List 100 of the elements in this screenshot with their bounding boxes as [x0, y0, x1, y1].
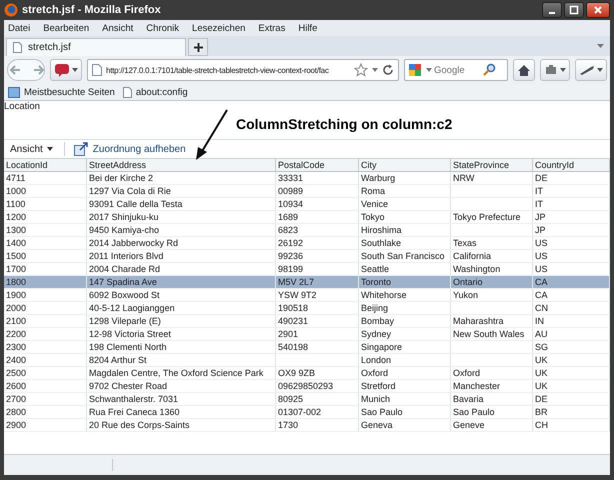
addon-button[interactable]	[50, 59, 82, 81]
table-row[interactable]: 2000 40-5-12 Laogianggen 190518 Beijing CN	[4, 302, 610, 315]
table-cell: 1730	[278, 420, 298, 430]
table-cell: 147 Spadina Ave	[89, 277, 157, 287]
column-header[interactable]: LocationId	[4, 159, 87, 171]
menu-item[interactable]: Extras	[258, 22, 286, 34]
home-button[interactable]	[513, 59, 535, 81]
table-cell: YSW 9T2	[278, 290, 317, 300]
table-row[interactable]: 2700 Schwanthalerstr. 7031 80925 Munich Bavaria DE	[4, 393, 610, 406]
table-cell: 2500	[6, 368, 26, 378]
table-row[interactable]: 1500 2011 Interiors Blvd 99236 South San Francisco California US	[4, 250, 610, 263]
table-cell: 1200	[6, 212, 26, 222]
table-row[interactable]: 2400 8204 Arthur St London UK	[4, 354, 610, 367]
table-row[interactable]: 4711 Bei der Kirche 2 33331 Warburg NRW DE	[4, 172, 610, 185]
star-icon[interactable]	[354, 63, 368, 77]
page-heading: Location	[4, 101, 41, 113]
close-button[interactable]	[586, 2, 610, 18]
table-cell: 20 Rue des Corps-Saints	[89, 420, 190, 430]
table-cell: 2014 Jabberwocky Rd	[89, 238, 178, 248]
addon-button[interactable]	[575, 59, 607, 81]
puzzle-icon	[544, 64, 558, 76]
column-header[interactable]: CountryId	[533, 159, 610, 171]
search-box[interactable]: Google	[404, 59, 508, 81]
caret-icon[interactable]	[597, 44, 604, 48]
table-cell: 1297 Via Cola di Rie	[89, 186, 171, 196]
table-cell: Hiroshima	[361, 225, 402, 235]
table-cell: Tokyo Prefecture	[453, 212, 521, 222]
bookmark-item[interactable]: about:config	[122, 86, 188, 98]
table-cell: 8204 Arthur St	[89, 355, 147, 365]
table-row[interactable]: 2500 Magdalen Centre, The Oxford Science Park OX9 9ZB Oxford Oxford UK	[4, 367, 610, 380]
table-cell: Bavaria	[453, 394, 484, 404]
column-header[interactable]: StateProvince	[451, 159, 533, 171]
caret-icon[interactable]	[372, 68, 378, 72]
table-row[interactable]: 1800 147 Spadina Ave M5V 2L7 Toronto Ontario CA	[4, 276, 610, 289]
table-cell: Geneve	[453, 420, 485, 430]
column-header[interactable]: StreetAddress	[87, 159, 276, 171]
table-cell: 9702 Chester Road	[89, 381, 168, 391]
reload-icon[interactable]	[382, 64, 394, 76]
caret-icon	[72, 68, 78, 72]
table-row[interactable]: 2200 12-98 Victoria Street 2901 Sydney New South Wales AU	[4, 328, 610, 341]
menu-item[interactable]: Datei	[8, 22, 30, 34]
table-row[interactable]: 2600 9702 Chester Road 09629850293 Stretford Manchester UK	[4, 380, 610, 393]
table-row[interactable]: 1900 6092 Boxwood St YSW 9T2 Whitehorse Yukon CA	[4, 289, 610, 302]
table-cell: 12-98 Victoria Street	[89, 329, 171, 339]
address-bar[interactable]: http://127.0.0.1:7101/table-stretch-tablestretch-view-context-root/fac	[87, 59, 399, 81]
detach-link[interactable]: Zuordnung aufheben	[92, 144, 186, 154]
annotation-arrow	[195, 109, 229, 161]
menu-item[interactable]: Ansicht	[102, 22, 134, 34]
table-row[interactable]: 2900 20 Rue des Corps-Saints 1730 Geneva Geneve CH	[4, 419, 610, 432]
table-cell: CA	[535, 277, 548, 287]
table-row[interactable]: 1400 2014 Jabberwocky Rd 26192 Southlake Texas US	[4, 237, 610, 250]
menu-item[interactable]: Hilfe	[298, 22, 318, 34]
table-cell: IT	[535, 199, 543, 209]
table-cell: IN	[535, 316, 544, 326]
table-cell: Sao Paulo	[361, 407, 403, 417]
table-cell: 490231	[278, 316, 308, 326]
table-cell: Seattle	[361, 264, 390, 274]
table-cell: 33331	[278, 173, 304, 183]
table-cell: NRW	[453, 173, 474, 183]
table-row[interactable]: 1300 9450 Kamiya-cho 6823 Hiroshima JP	[4, 224, 610, 237]
table-row[interactable]: 2100 1298 Vileparle (E) 490231 Bombay Maharashtra IN	[4, 315, 610, 328]
search-icon[interactable]	[482, 63, 496, 77]
table-cell: Bei der Kirche 2	[89, 173, 154, 183]
table-cell: Whitehorse	[361, 290, 407, 300]
caret-icon[interactable]	[426, 68, 432, 72]
window-title: stretch.jsf - Mozilla Firefox	[22, 4, 161, 16]
table-cell: BR	[535, 407, 548, 417]
close-icon	[593, 5, 603, 15]
maximize-icon	[569, 5, 579, 15]
table-cell: California	[453, 251, 492, 261]
table-cell: 1500	[6, 251, 26, 261]
menu-item[interactable]: Chronik	[146, 22, 180, 34]
detach-icon[interactable]	[74, 142, 88, 156]
maximize-button[interactable]	[564, 2, 584, 18]
new-tab-button[interactable]	[188, 38, 208, 56]
table-cell: Stretford	[361, 381, 396, 391]
table-cell: 6092 Boxwood St	[89, 290, 160, 300]
table-cell: 540198	[278, 342, 308, 352]
table-cell: 2004 Charade Rd	[89, 264, 160, 274]
browser-tab[interactable]: stretch.jsf	[6, 38, 186, 56]
table-cell: 80925	[278, 394, 304, 404]
table-cell: Oxford	[361, 368, 388, 378]
menu-item[interactable]: Lesezeichen	[192, 22, 246, 34]
table-cell: 190518	[278, 303, 308, 313]
bookmark-item[interactable]: Meistbesuchte Seiten	[8, 86, 115, 98]
table-row[interactable]: 2300 198 Clementi North 540198 Singapore SG	[4, 341, 610, 354]
minimize-button[interactable]	[542, 2, 562, 18]
table-row[interactable]: 1100 93091 Calle della Testa 10934 Venice IT	[4, 198, 610, 211]
table-cell: SG	[535, 342, 548, 352]
column-header[interactable]: City	[359, 159, 451, 171]
table-row[interactable]: 1000 1297 Via Cola di Rie 00989 Roma IT	[4, 185, 610, 198]
addon-button[interactable]	[540, 59, 570, 81]
page-icon	[122, 86, 132, 98]
column-header[interactable]: PostalCode	[276, 159, 359, 171]
table-row[interactable]: 1200 2017 Shinjuku-ku 1689 Tokyo Tokyo Prefecture JP	[4, 211, 610, 224]
view-menu-button[interactable]: Ansicht	[10, 144, 59, 154]
menu-item[interactable]: Bearbeiten	[43, 22, 90, 34]
table-cell: 4711	[6, 173, 26, 183]
folder-icon	[8, 86, 20, 98]
table-row[interactable]: 2800 Rua Frei Caneca 1360 01307-002 Sao Paulo Sao Paulo BR	[4, 406, 610, 419]
